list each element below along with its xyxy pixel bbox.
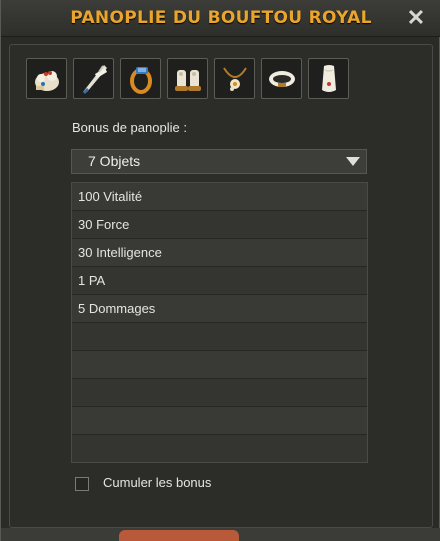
list-item: 5 Dommages [72, 295, 367, 323]
set-items-row [26, 58, 349, 100]
item-slot-hat[interactable] [26, 58, 67, 99]
item-slot-belt[interactable] [261, 58, 302, 99]
boots-icon [174, 69, 201, 91]
cumulate-label[interactable]: Cumuler les bonus [103, 475, 211, 490]
list-item [72, 351, 367, 379]
list-item [72, 435, 367, 462]
bonus-list[interactable]: 100 Vitalité 30 Force 30 Intelligence 1 … [71, 182, 368, 463]
item-slot-weapon[interactable] [73, 58, 114, 99]
item-slot-boots[interactable] [167, 58, 208, 99]
bouftou-hat-icon [34, 70, 59, 91]
ring-icon [129, 66, 152, 94]
bonus-label: Bonus de panoplie : [72, 120, 187, 135]
chevron-down-icon [346, 157, 360, 166]
item-slot-ring[interactable] [120, 58, 161, 99]
cumulate-checkbox[interactable] [75, 477, 89, 491]
hammer-weapon-icon [82, 64, 107, 94]
list-item: 100 Vitalité [72, 183, 367, 211]
dropdown-value: 7 Objets [88, 153, 141, 169]
belt-icon [268, 70, 295, 87]
amulet-icon [222, 66, 247, 91]
list-item: 30 Force [72, 211, 367, 239]
list-item [72, 379, 367, 407]
cape-icon [321, 64, 336, 92]
list-item [72, 323, 367, 351]
item-count-dropdown[interactable]: 7 Objets [71, 149, 367, 174]
list-item [72, 407, 367, 435]
set-window: PANOPLIE DU BOUFTOU ROYAL ✕ Bonus de pan… [0, 0, 440, 541]
close-icon[interactable]: ✕ [405, 5, 427, 31]
window-title: PANOPLIE DU BOUFTOU ROYAL [70, 8, 372, 28]
item-slot-amulet[interactable] [214, 58, 255, 99]
background-fragment [119, 530, 239, 541]
item-slot-cape[interactable] [308, 58, 349, 99]
list-item: 1 PA [72, 267, 367, 295]
list-item: 30 Intelligence [72, 239, 367, 267]
